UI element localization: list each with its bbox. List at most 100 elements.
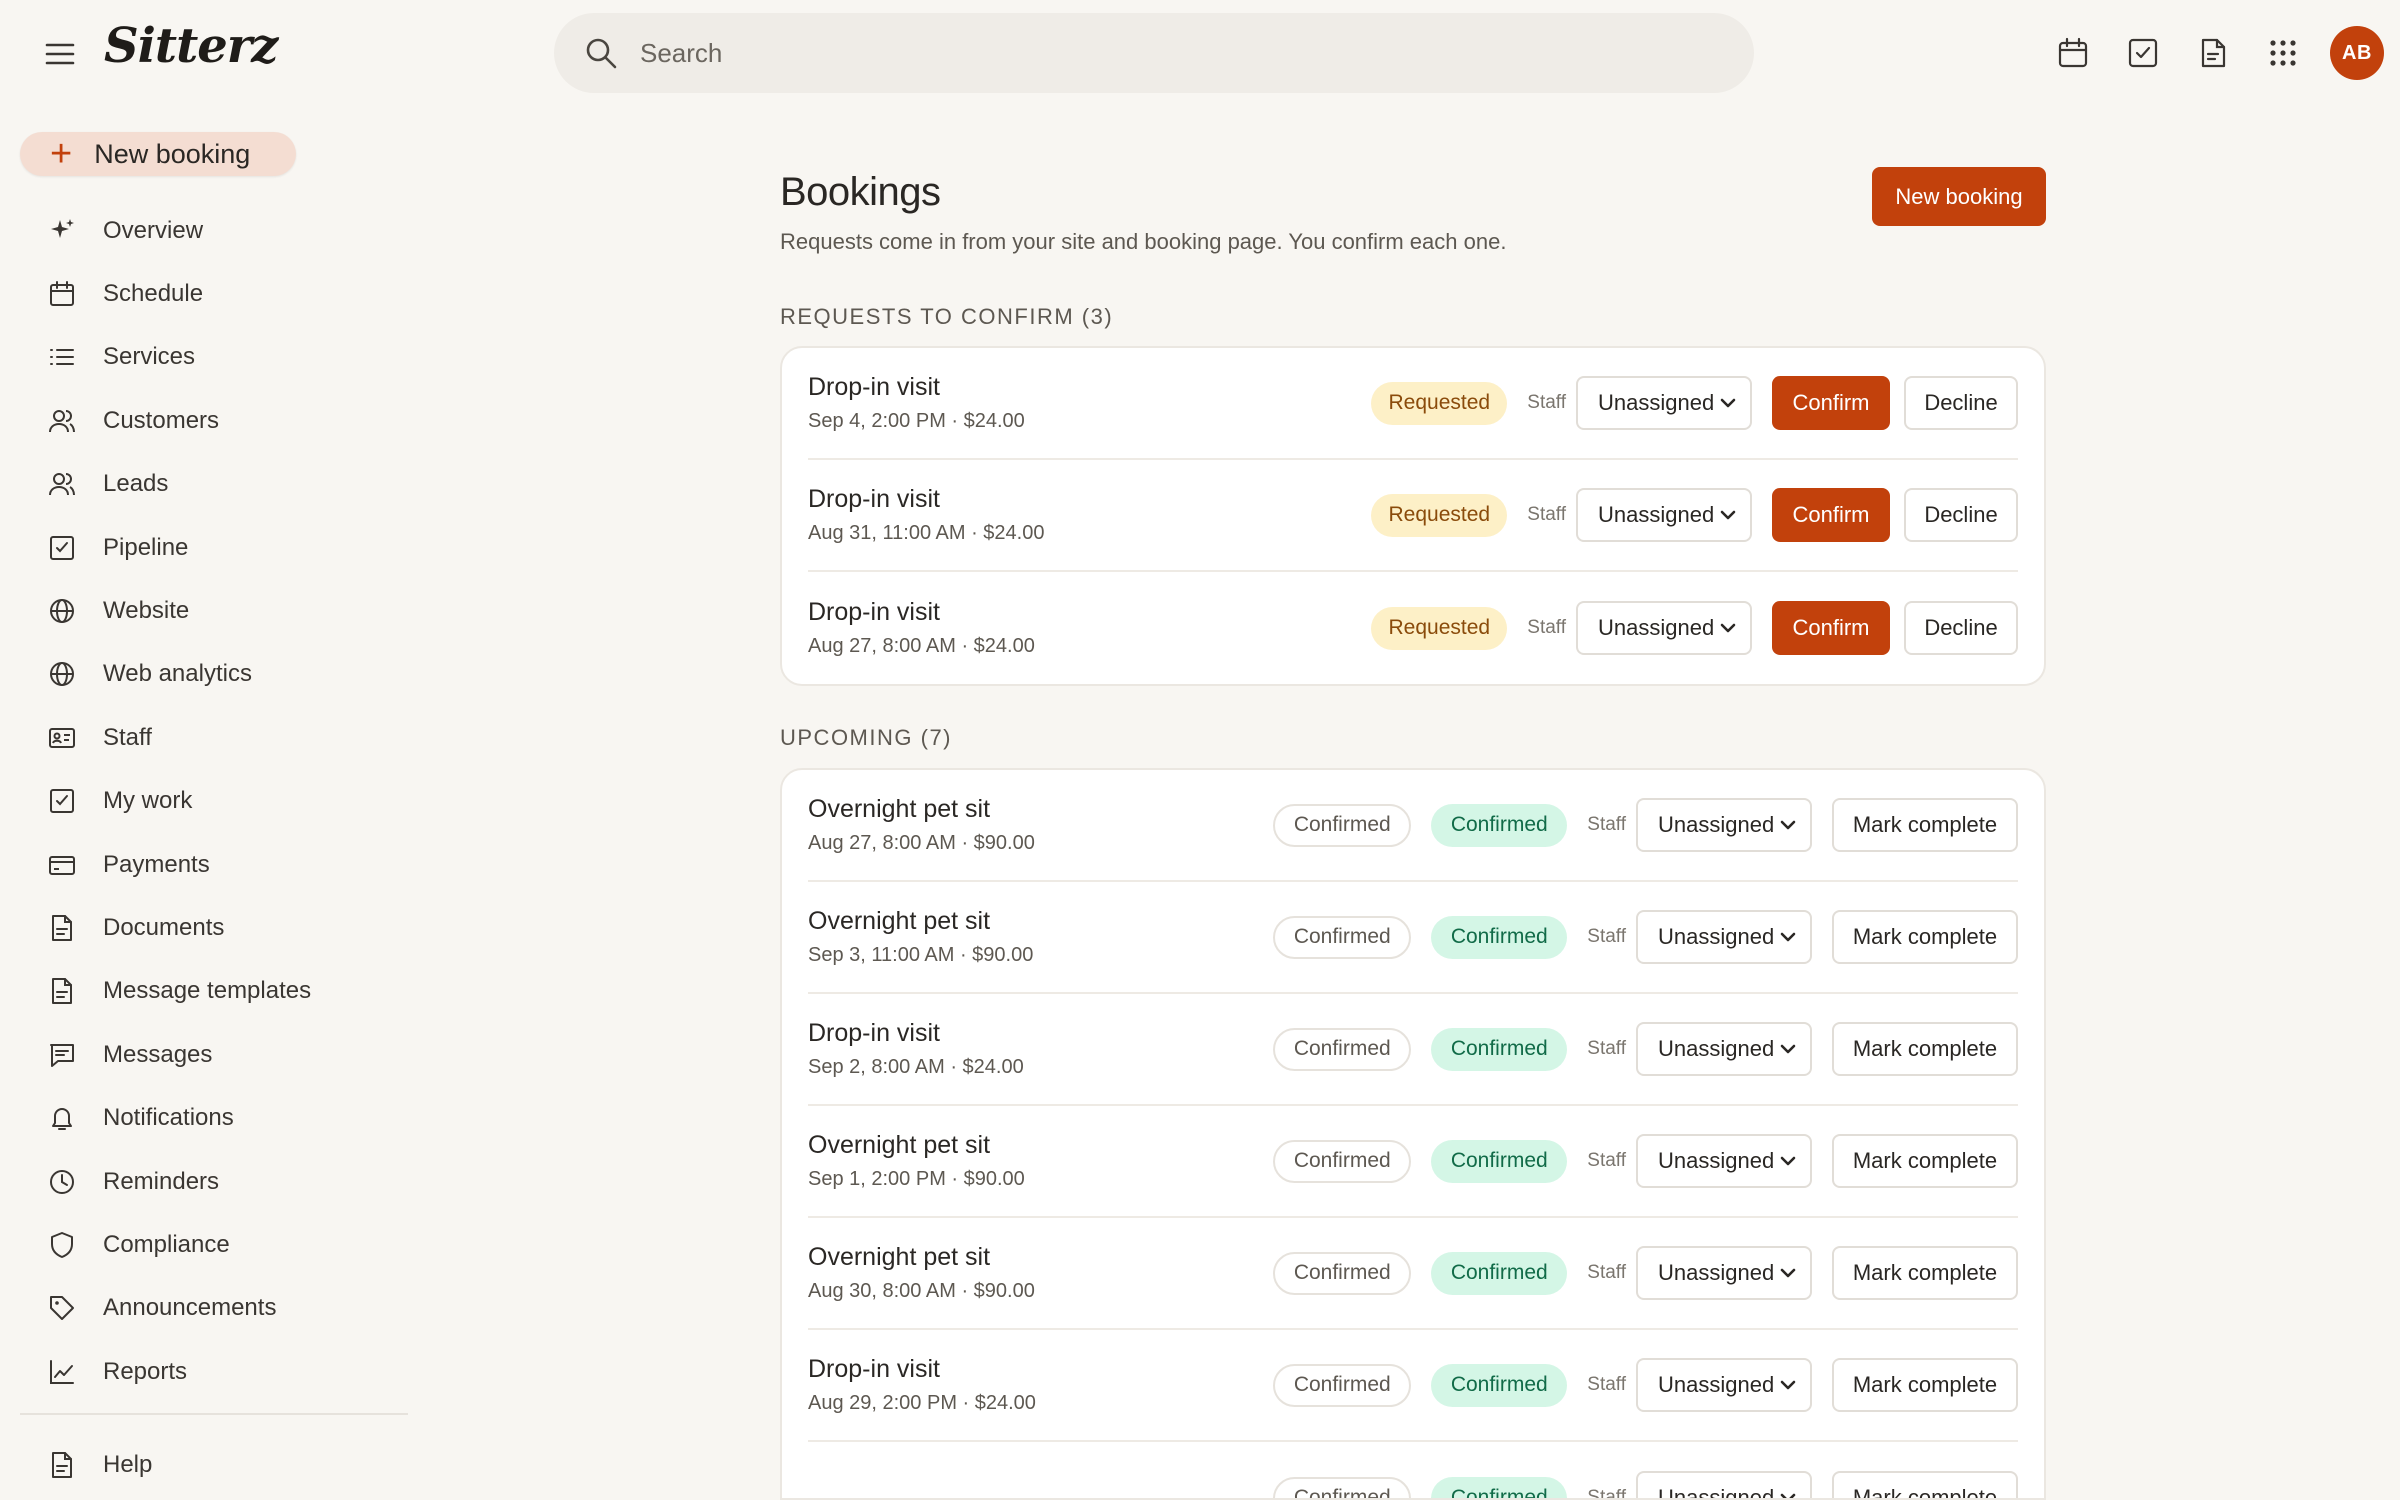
sidebar-new-booking-button[interactable]: + New booking xyxy=(20,132,296,176)
status-badge: Confirmed xyxy=(1273,1139,1412,1183)
page-subtitle: Requests come in from your site and book… xyxy=(780,229,1507,254)
sidebar-item-label: Reminders xyxy=(103,1167,220,1195)
sidebar-item-label: My work xyxy=(103,787,193,815)
requests-card: Drop-in visit Sep 4, 2:00 PM · $24.00 Re… xyxy=(780,346,2046,686)
sidebar-item-label: Pipeline xyxy=(103,533,189,561)
sidebar-item-message-templates[interactable]: Message templates xyxy=(0,960,410,1023)
table-row: Drop-in visit Sep 4, 2:00 PM · $24.00 Re… xyxy=(808,348,2018,460)
staff-select[interactable]: Unassigned xyxy=(1576,601,1752,655)
table-row: Overnight pet sit Aug 30, 8:00 AM · $90.… xyxy=(808,1218,2018,1330)
staff-select-value: Unassigned xyxy=(1598,390,1715,415)
apps-grid-icon[interactable] xyxy=(2256,26,2310,80)
confirm-button[interactable]: Confirm xyxy=(1772,488,1890,542)
sidebar-item-label: Notifications xyxy=(103,1104,234,1132)
row-text: Drop-in visit Aug 27, 8:00 AM · $24.00 xyxy=(808,598,1371,658)
row-text: Overnight pet sit Sep 3, 11:00 AM · $90.… xyxy=(808,907,1273,967)
row-text: Drop-in visit Sep 4, 2:00 PM · $24.00 xyxy=(808,373,1371,433)
booking-title: Overnight pet sit xyxy=(808,1131,991,1159)
decline-button[interactable]: Decline xyxy=(1904,488,2018,542)
confirmed-badge: Confirmed xyxy=(1431,1139,1568,1183)
table-row: Drop-in visit Aug 31, 11:00 AM · $24.00 … xyxy=(808,460,2018,572)
sidebar-item-compliance[interactable]: Compliance xyxy=(0,1213,410,1276)
sidebar-item-label: Payments xyxy=(103,850,210,878)
sidebar-item-customers[interactable]: Customers xyxy=(0,389,410,452)
sidebar-item-documents[interactable]: Documents xyxy=(0,896,410,959)
sidebar-item-schedule[interactable]: Schedule xyxy=(0,262,410,325)
search-input[interactable] xyxy=(640,37,1720,69)
sidebar-item-staff[interactable]: Staff xyxy=(0,706,410,769)
document-icon[interactable] xyxy=(2186,26,2240,80)
sidebar-item-label: Message templates xyxy=(103,977,312,1005)
mark-complete-button[interactable]: Mark complete xyxy=(1832,1022,2018,1076)
sidebar-item-payments[interactable]: Payments xyxy=(0,833,410,896)
staff-select-value: Unassigned xyxy=(1658,924,1775,949)
staff-select-value: Unassigned xyxy=(1658,1485,1775,1500)
search-bar[interactable] xyxy=(554,13,1754,93)
sidebar-item-my-work[interactable]: My work xyxy=(0,770,410,833)
sidebar-item-reports[interactable]: Reports xyxy=(0,1340,410,1403)
staff-select[interactable]: Unassigned xyxy=(1576,376,1752,430)
shield-icon xyxy=(46,1229,78,1261)
staff-select[interactable]: Unassigned xyxy=(1636,910,1812,964)
sidebar-item-leads[interactable]: Leads xyxy=(0,453,410,516)
confirm-button[interactable]: Confirm xyxy=(1772,376,1890,430)
booking-meta: Aug 27, 8:00 AM · $24.00 xyxy=(808,635,1035,657)
checkbox-icon xyxy=(46,532,78,564)
sidebar-item-label: Documents xyxy=(103,913,225,941)
sidebar-divider xyxy=(20,1413,408,1415)
users-icon xyxy=(46,468,78,500)
staff-select-value: Unassigned xyxy=(1598,615,1715,640)
sidebar-item-pipeline[interactable]: Pipeline xyxy=(0,516,410,579)
menu-icon[interactable] xyxy=(40,34,80,74)
sidebar-item-help[interactable]: Help xyxy=(0,1433,410,1496)
sidebar-item-web-analytics[interactable]: Web analytics xyxy=(0,643,410,706)
confirm-button[interactable]: Confirm xyxy=(1772,601,1890,655)
confirmed-badge: Confirmed xyxy=(1431,915,1568,959)
mark-complete-button[interactable]: Mark complete xyxy=(1832,798,2018,852)
confirmed-badge: Confirmed xyxy=(1431,803,1568,847)
decline-button[interactable]: Decline xyxy=(1904,376,2018,430)
sidebar-item-notifications[interactable]: Notifications xyxy=(0,1086,410,1149)
sidebar-item-label: Customers xyxy=(103,406,220,434)
sidebar-item-overview[interactable]: Overview xyxy=(0,199,410,262)
staff-select[interactable]: Unassigned xyxy=(1636,798,1812,852)
sidebar-item-website[interactable]: Website xyxy=(0,579,410,642)
staff-label: Staff xyxy=(1587,1038,1626,1059)
staff-label: Staff xyxy=(1587,1150,1626,1171)
table-row: Confirmed Confirmed Staff Unassigned Mar… xyxy=(808,1442,2018,1500)
checkbox-icon[interactable] xyxy=(2116,26,2170,80)
mark-complete-button[interactable]: Mark complete xyxy=(1832,1358,2018,1412)
status-badge: Confirmed xyxy=(1273,1251,1412,1295)
mark-complete-button[interactable]: Mark complete xyxy=(1832,1134,2018,1188)
sidebar-item-messages[interactable]: Messages xyxy=(0,1023,410,1086)
staff-select[interactable]: Unassigned xyxy=(1636,1358,1812,1412)
booking-meta: Aug 30, 8:00 AM · $90.00 xyxy=(808,1280,1035,1302)
upcoming-heading: UPCOMING (7) xyxy=(780,725,952,750)
staff-select[interactable]: Unassigned xyxy=(1636,1134,1812,1188)
mark-complete-button[interactable]: Mark complete xyxy=(1832,910,2018,964)
sidebar-item-reminders[interactable]: Reminders xyxy=(0,1150,410,1213)
staff-select[interactable]: Unassigned xyxy=(1576,488,1752,542)
sidebar-item-services[interactable]: Services xyxy=(0,326,410,389)
status-badge: Confirmed xyxy=(1273,1363,1412,1407)
avatar[interactable]: AB xyxy=(2330,26,2384,80)
staff-label: Staff xyxy=(1527,617,1566,638)
sidebar-nav: Overview Schedule Services Customers Lea… xyxy=(0,199,410,1403)
decline-button[interactable]: Decline xyxy=(1904,601,2018,655)
staff-select-value: Unassigned xyxy=(1658,812,1775,837)
staff-select[interactable]: Unassigned xyxy=(1636,1022,1812,1076)
chevron-down-icon xyxy=(1780,1044,1796,1054)
booking-title: Overnight pet sit xyxy=(808,795,991,823)
booking-meta: Sep 3, 11:00 AM · $90.00 xyxy=(808,944,1034,966)
app-logo[interactable]: Sitterz xyxy=(104,18,278,74)
sidebar-item-announcements[interactable]: Announcements xyxy=(0,1277,410,1340)
mark-complete-button[interactable]: Mark complete xyxy=(1832,1471,2018,1498)
calendar-icon[interactable] xyxy=(2046,26,2100,80)
staff-select[interactable]: Unassigned xyxy=(1636,1246,1812,1300)
table-row: Drop-in visit Sep 2, 8:00 AM · $24.00 Co… xyxy=(808,994,2018,1106)
chevron-down-icon xyxy=(1720,623,1736,633)
staff-select[interactable]: Unassigned xyxy=(1636,1471,1812,1500)
mark-complete-button[interactable]: Mark complete xyxy=(1832,1246,2018,1300)
new-booking-button[interactable]: New booking xyxy=(1872,167,2046,226)
document-icon xyxy=(46,975,78,1007)
